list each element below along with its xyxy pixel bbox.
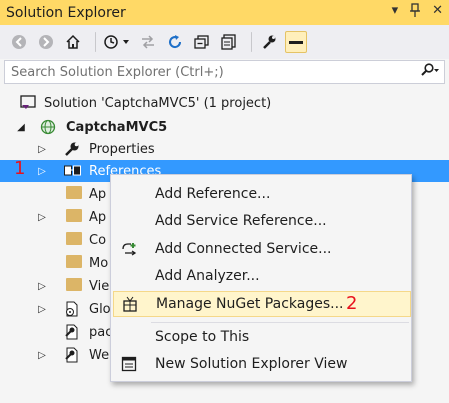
config-file-icon	[64, 324, 80, 340]
toolbar	[0, 25, 449, 59]
menu-item-label: Add Analyzer...	[155, 268, 260, 284]
tree-item-label: We	[89, 347, 110, 363]
annotation-marker-2: 2	[346, 293, 358, 314]
menu-separator	[151, 322, 409, 323]
collapsed-arrow-icon[interactable]: ▷	[36, 304, 48, 315]
tree-row-project[interactable]: ◢ CaptchaMVC5	[0, 116, 449, 138]
connected-service-icon	[121, 241, 137, 257]
pin-icon[interactable]	[410, 3, 421, 21]
forward-icon[interactable]	[35, 31, 57, 53]
collapsed-arrow-icon[interactable]: ▷	[36, 350, 48, 361]
tree-item-label: Ap	[89, 186, 107, 202]
search-box[interactable]: Search Solution Explorer (Ctrl+;)	[4, 60, 445, 84]
tree-item-label: Vie	[89, 278, 110, 294]
preview-icon[interactable]	[285, 31, 307, 53]
collapse-all-icon[interactable]	[191, 31, 213, 53]
menu-item-label: Scope to This	[155, 329, 250, 345]
tree-item-label: Glo	[89, 301, 111, 317]
show-all-files-icon[interactable]	[218, 31, 240, 53]
new-view-icon	[121, 356, 137, 372]
menu-item-add-analyzer[interactable]: Add Analyzer...	[111, 263, 411, 289]
dropdown-icon[interactable]: ▾	[392, 3, 399, 21]
menu-item-label: New Solution Explorer View	[155, 356, 348, 372]
menu-item-label: Add Connected Service...	[155, 241, 332, 257]
project-label: CaptchaMVC5	[66, 119, 168, 135]
tree-item-label: pac	[89, 324, 113, 340]
toolbar-separator	[251, 32, 252, 52]
menu-item-label: Add Reference...	[155, 186, 271, 202]
title-bar-buttons: ▾ ✕	[392, 3, 443, 21]
web-project-icon	[40, 119, 56, 135]
menu-item-label: Manage NuGet Packages...	[156, 296, 344, 312]
properties-wrench-icon[interactable]	[258, 31, 280, 53]
expanded-arrow-icon[interactable]: ◢	[15, 122, 27, 133]
collapsed-arrow-icon[interactable]: ▷	[36, 144, 48, 155]
folder-icon	[66, 186, 82, 199]
window-title: Solution Explorer	[6, 4, 126, 21]
solution-label: Solution 'CaptchaMVC5' (1 project)	[44, 95, 272, 111]
menu-item-label: Add Service Reference...	[155, 213, 327, 229]
search-input[interactable]: Search Solution Explorer (Ctrl+;)	[5, 65, 416, 80]
tree-item-label: Ap	[89, 209, 107, 225]
collapsed-arrow-icon[interactable]: ▷	[36, 281, 48, 292]
menu-item-scope-to-this[interactable]: Scope to This	[111, 324, 411, 350]
config-file-icon	[64, 347, 80, 363]
tree-item-label: Properties	[89, 141, 155, 157]
folder-icon	[66, 232, 82, 245]
close-icon[interactable]: ✕	[432, 3, 443, 21]
back-icon[interactable]	[8, 31, 30, 53]
search-icon[interactable]	[416, 63, 444, 81]
tree-row-solution[interactable]: Solution 'CaptchaMVC5' (1 project)	[0, 92, 449, 114]
history-icon[interactable]	[102, 31, 132, 53]
home-icon[interactable]	[62, 31, 84, 53]
visual-studio-solution-icon	[20, 95, 36, 111]
folder-icon	[66, 209, 82, 222]
folder-icon	[66, 278, 82, 291]
tree-item-label: Co	[89, 232, 107, 248]
wrench-icon	[64, 141, 80, 157]
context-menu: Add Reference... Add Service Reference..…	[110, 174, 412, 382]
menu-item-add-reference[interactable]: Add Reference...	[111, 181, 411, 207]
collapsed-arrow-icon[interactable]: ▷	[36, 166, 48, 177]
menu-item-add-service-reference[interactable]: Add Service Reference...	[111, 208, 411, 234]
references-icon	[64, 163, 81, 179]
nuget-package-icon	[122, 296, 138, 312]
annotation-marker-1: 1	[14, 158, 26, 179]
folder-icon	[66, 255, 82, 268]
toolbar-separator	[95, 32, 96, 52]
refresh-icon[interactable]	[164, 31, 186, 53]
menu-item-manage-nuget-packages[interactable]: Manage NuGet Packages... 2	[113, 291, 411, 317]
sync-icon[interactable]	[137, 31, 159, 53]
tree-row-properties[interactable]: ▷ Properties	[0, 138, 449, 160]
title-bar: Solution Explorer ▾ ✕	[0, 0, 449, 25]
collapsed-arrow-icon[interactable]: ▷	[36, 212, 48, 223]
menu-item-add-connected-service[interactable]: Add Connected Service...	[111, 236, 411, 262]
global-asax-icon	[64, 301, 80, 317]
menu-item-new-solution-explorer-view[interactable]: New Solution Explorer View	[111, 351, 411, 377]
tree-item-label: Mo	[89, 255, 109, 271]
